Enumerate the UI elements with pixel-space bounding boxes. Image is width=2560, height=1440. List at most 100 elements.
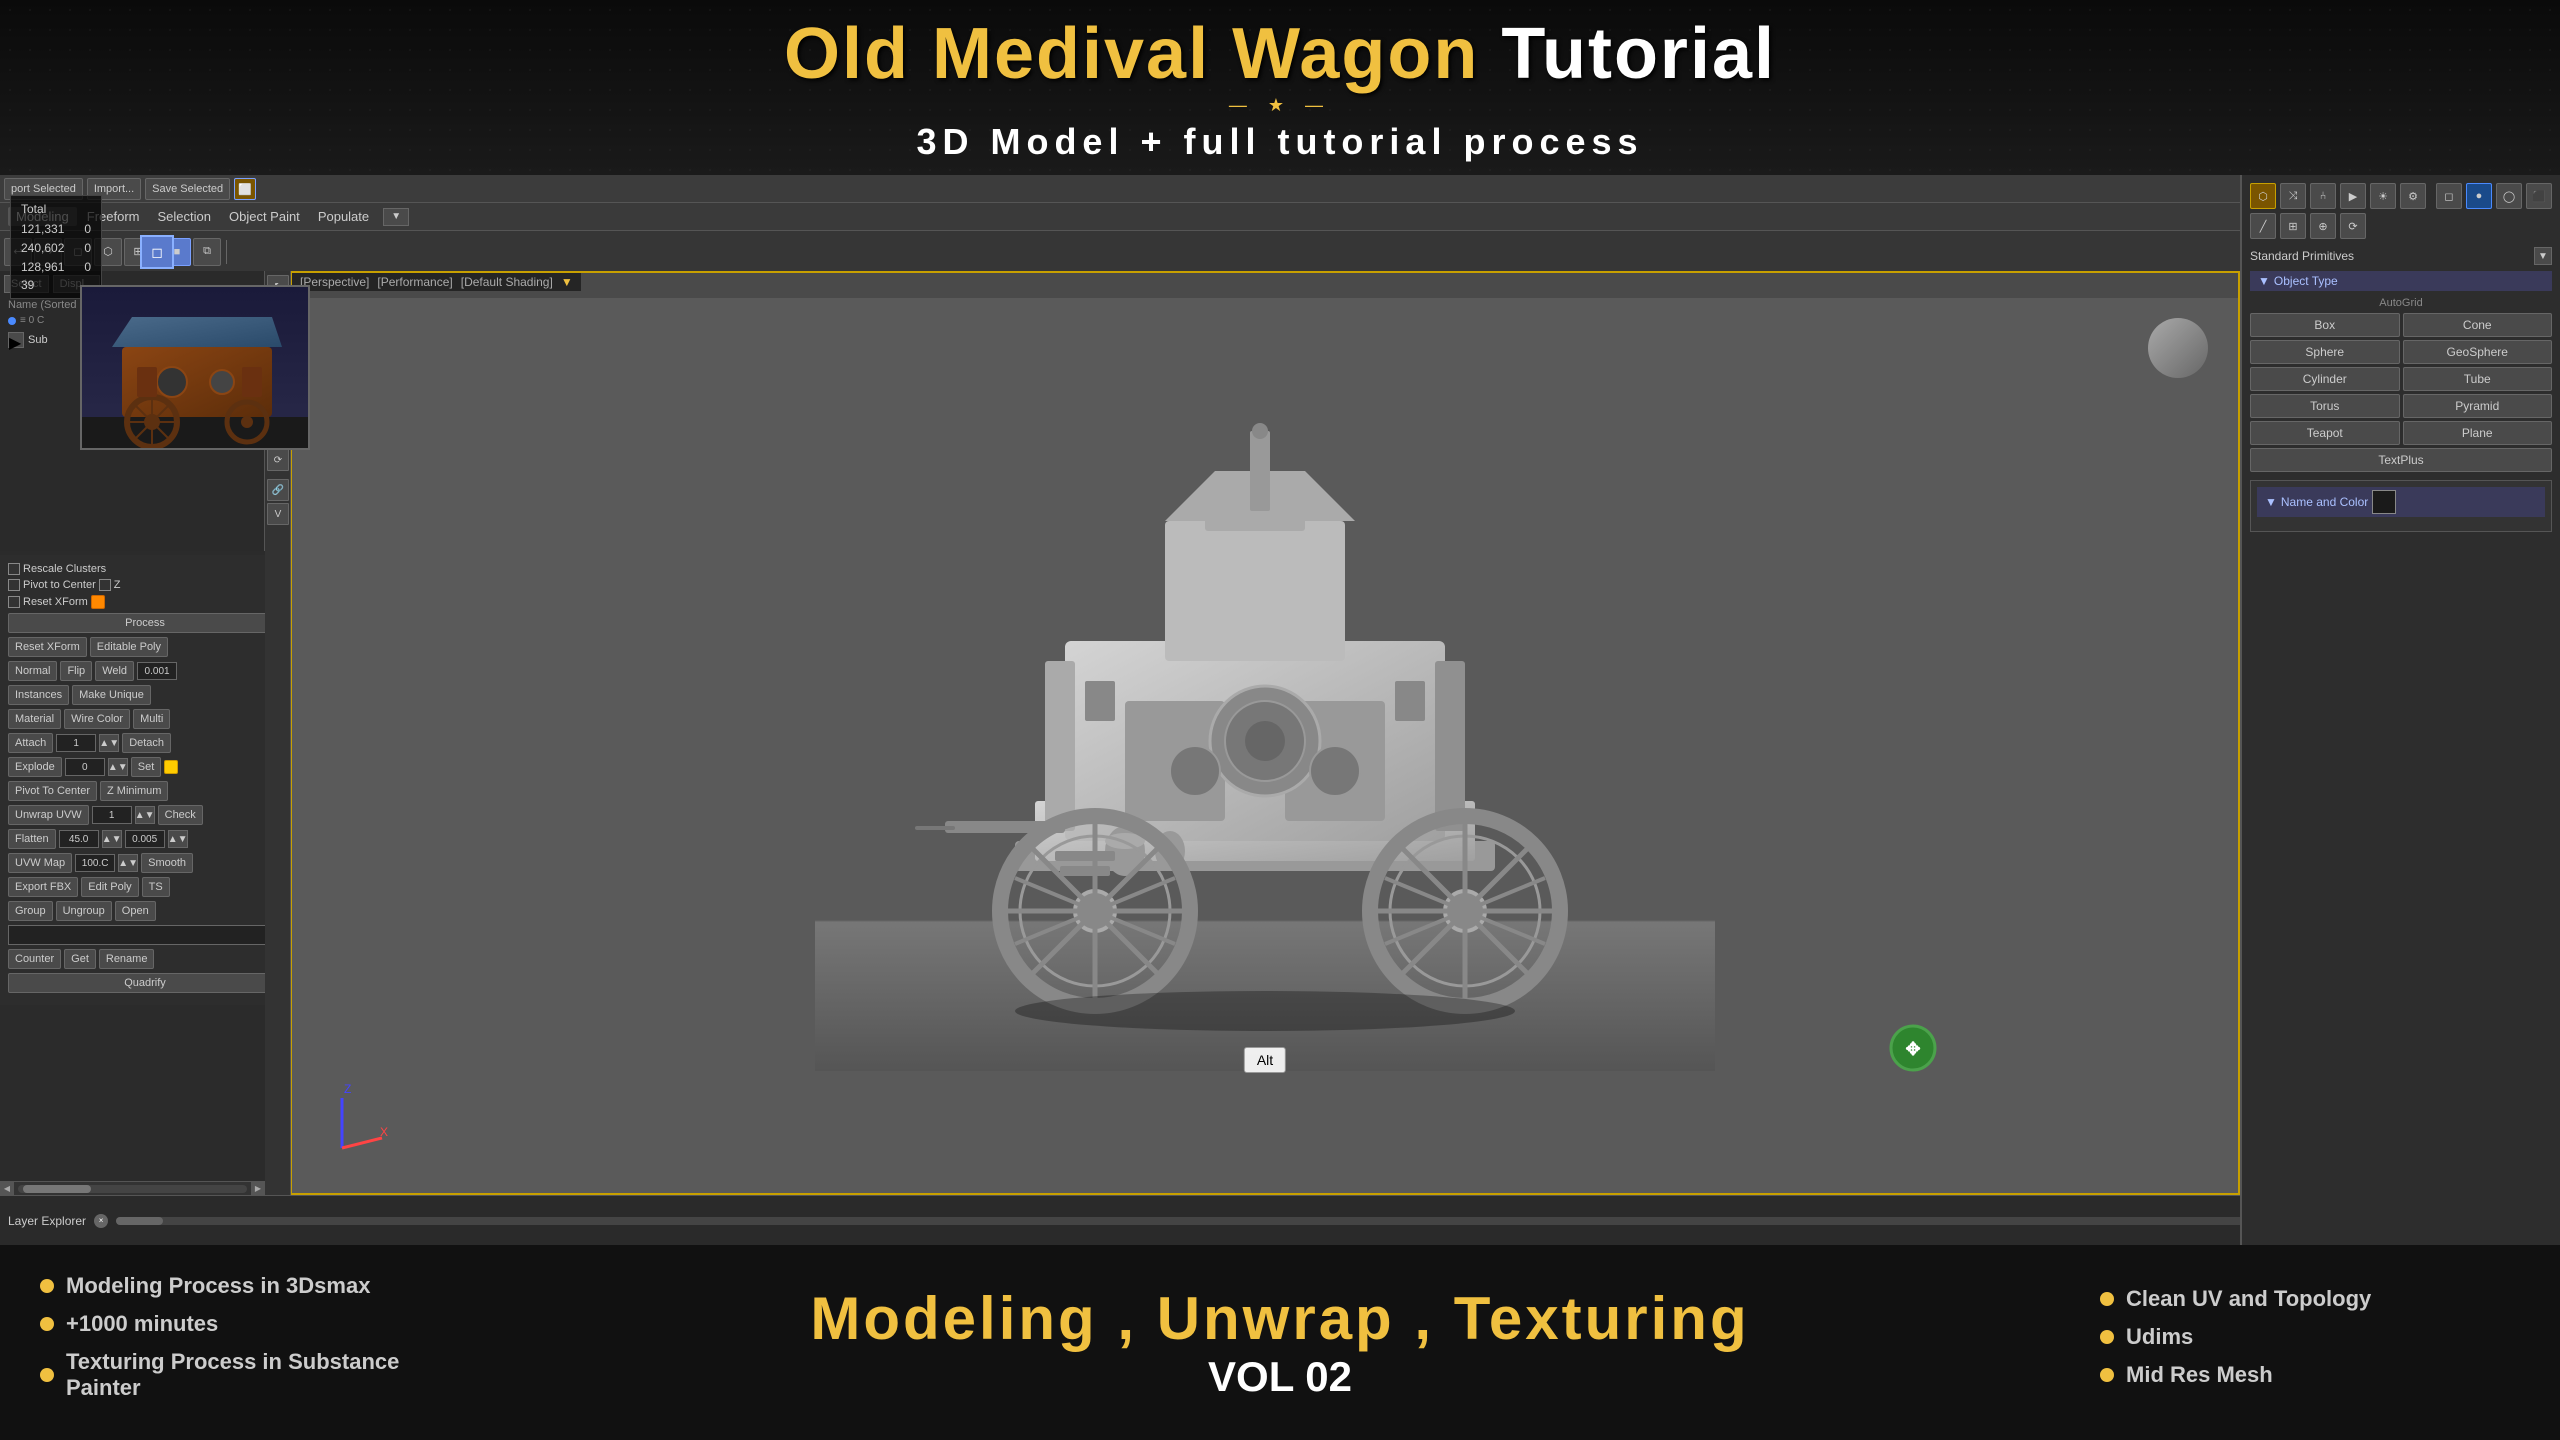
cone-btn[interactable]: Cone xyxy=(2403,313,2553,337)
unwrap-uvw-btn[interactable]: Unwrap UVW xyxy=(8,805,89,825)
reset-xform-btn[interactable]: Reset XForm xyxy=(8,637,87,657)
geosphere-btn[interactable]: GeoSphere xyxy=(2403,340,2553,364)
menu-selection[interactable]: Selection xyxy=(150,207,219,226)
object-type-header[interactable]: ▼ Object Type xyxy=(2250,271,2552,291)
obj-expand[interactable]: ▶ xyxy=(8,332,24,348)
group-btn[interactable]: Group xyxy=(8,901,53,921)
smooth-btn[interactable]: Smooth xyxy=(141,853,193,873)
check-btn[interactable]: Check xyxy=(158,805,203,825)
textplus-btn[interactable]: TextPlus xyxy=(2250,448,2552,472)
menu-object-paint[interactable]: Object Paint xyxy=(221,207,308,226)
pivot-to-center-btn[interactable]: Pivot To Center xyxy=(8,781,97,801)
weld-btn[interactable]: Weld xyxy=(95,661,134,681)
ts-btn[interactable]: TS xyxy=(142,877,170,897)
main-viewport[interactable]: [Perspective] [Performance] [Default Sha… xyxy=(290,271,2240,1195)
make-unique-btn[interactable]: Make Unique xyxy=(72,685,151,705)
select-mode-btn[interactable]: ◻ xyxy=(140,235,174,269)
rp-icon8[interactable]: ⟳ xyxy=(2340,213,2366,239)
flatten-val2[interactable] xyxy=(125,830,165,848)
wire-color-btn[interactable]: Wire Color xyxy=(64,709,130,729)
scroll-left[interactable]: ◀ xyxy=(0,1182,14,1196)
flatten-btn[interactable]: Flatten xyxy=(8,829,56,849)
tool-link[interactable]: 🔗 xyxy=(267,479,289,501)
scrollbar-thumb[interactable] xyxy=(23,1185,92,1193)
teapot-btn[interactable]: Teapot xyxy=(2250,421,2400,445)
torus-btn[interactable]: Torus xyxy=(2250,394,2400,418)
rp-icon1[interactable]: ◻ xyxy=(2436,183,2462,209)
editable-poly-btn[interactable]: Editable Poly xyxy=(90,637,168,657)
ungroup-btn[interactable]: Ungroup xyxy=(56,901,112,921)
flip-btn[interactable]: Flip xyxy=(60,661,92,681)
rp-icon5[interactable]: ╱ xyxy=(2250,213,2276,239)
quadrify-btn[interactable]: Quadrify xyxy=(8,973,282,993)
rp-utils[interactable]: ⚙ xyxy=(2400,183,2426,209)
process-btn[interactable]: Process xyxy=(8,613,282,633)
flatten-stepper2[interactable]: ▲▼ xyxy=(168,830,188,848)
menu-populate[interactable]: Populate xyxy=(310,207,377,226)
tool-v[interactable]: V xyxy=(267,503,289,525)
export-fbx-btn[interactable]: Export FBX xyxy=(8,877,78,897)
name-color-header[interactable]: ▼ Name and Color xyxy=(2257,487,2545,517)
pivot-checkbox[interactable] xyxy=(8,579,20,591)
flatten-val1[interactable] xyxy=(59,830,99,848)
scrollbar-track[interactable] xyxy=(18,1185,247,1193)
vp-filter-icon[interactable]: ▼ xyxy=(561,275,573,289)
rp-icon2[interactable]: ● xyxy=(2466,183,2492,209)
rp-modify[interactable]: ⤨ xyxy=(2280,183,2306,209)
icon-btn-1[interactable]: ⬜ xyxy=(234,178,256,200)
uvw-val[interactable] xyxy=(75,854,115,872)
sphere-btn[interactable]: Sphere xyxy=(2250,340,2400,364)
menu-more-btn[interactable]: ▼ xyxy=(383,208,409,226)
explode-val[interactable] xyxy=(65,758,105,776)
set-btn[interactable]: Set xyxy=(131,757,162,777)
multi-btn[interactable]: Multi xyxy=(133,709,170,729)
attach-stepper[interactable]: ▲▼ xyxy=(99,734,119,752)
explode-btn[interactable]: Explode xyxy=(8,757,62,777)
tb-ref[interactable]: ⧉ xyxy=(193,238,221,266)
instances-btn[interactable]: Instances xyxy=(8,685,69,705)
nav-cube[interactable] xyxy=(2138,308,2218,388)
uvw-map-btn[interactable]: UVW Map xyxy=(8,853,72,873)
reset-checkbox[interactable] xyxy=(8,596,20,608)
box-btn[interactable]: Box xyxy=(2250,313,2400,337)
std-primitives-dropdown[interactable]: ▼ xyxy=(2534,247,2552,265)
save-selected-btn[interactable]: Save Selected xyxy=(145,178,230,200)
rp-hierarchy[interactable]: ⑃ xyxy=(2310,183,2336,209)
counter-btn[interactable]: Counter xyxy=(8,949,61,969)
pyramid-btn[interactable]: Pyramid xyxy=(2403,394,2553,418)
h-scrollbar[interactable]: ◀ ▶ xyxy=(0,1181,265,1195)
rescale-checkbox[interactable] xyxy=(8,563,20,575)
weld-val[interactable] xyxy=(137,662,177,680)
z-minimum-btn[interactable]: Z Minimum xyxy=(100,781,168,801)
tube-btn[interactable]: Tube xyxy=(2403,367,2553,391)
rp-icon6[interactable]: ⊞ xyxy=(2280,213,2306,239)
cylinder-btn[interactable]: Cylinder xyxy=(2250,367,2400,391)
detach-btn[interactable]: Detach xyxy=(122,733,171,753)
flatten-stepper1[interactable]: ▲▼ xyxy=(102,830,122,848)
rp-icon7[interactable]: ⊕ xyxy=(2310,213,2336,239)
plane-btn[interactable]: Plane xyxy=(2403,421,2553,445)
attach-btn[interactable]: Attach xyxy=(8,733,53,753)
edit-poly-btn[interactable]: Edit Poly xyxy=(81,877,138,897)
get-btn[interactable]: Get xyxy=(64,949,96,969)
nav-cube-inner[interactable] xyxy=(2148,318,2208,378)
z-checkbox[interactable] xyxy=(99,579,111,591)
normal-btn[interactable]: Normal xyxy=(8,661,57,681)
name-input[interactable] xyxy=(8,925,282,945)
attach-val[interactable] xyxy=(56,734,96,752)
rp-create[interactable]: ⬡ xyxy=(2250,183,2276,209)
rename-btn[interactable]: Rename xyxy=(99,949,155,969)
material-btn[interactable]: Material xyxy=(8,709,61,729)
scroll-right[interactable]: ▶ xyxy=(251,1182,265,1196)
layer-close-btn[interactable]: × xyxy=(94,1214,108,1228)
rp-motion[interactable]: ▶ xyxy=(2340,183,2366,209)
rp-icon3[interactable]: ◯ xyxy=(2496,183,2522,209)
uvw-stepper[interactable]: ▲▼ xyxy=(118,854,138,872)
progress-bar[interactable] xyxy=(116,1217,2478,1225)
color-swatch[interactable] xyxy=(2372,490,2396,514)
unwrap-val[interactable] xyxy=(92,806,132,824)
explode-stepper[interactable]: ▲▼ xyxy=(108,758,128,776)
rp-display[interactable]: ☀ xyxy=(2370,183,2396,209)
rp-icon4[interactable]: ⬛ xyxy=(2526,183,2552,209)
unwrap-stepper[interactable]: ▲▼ xyxy=(135,806,155,824)
